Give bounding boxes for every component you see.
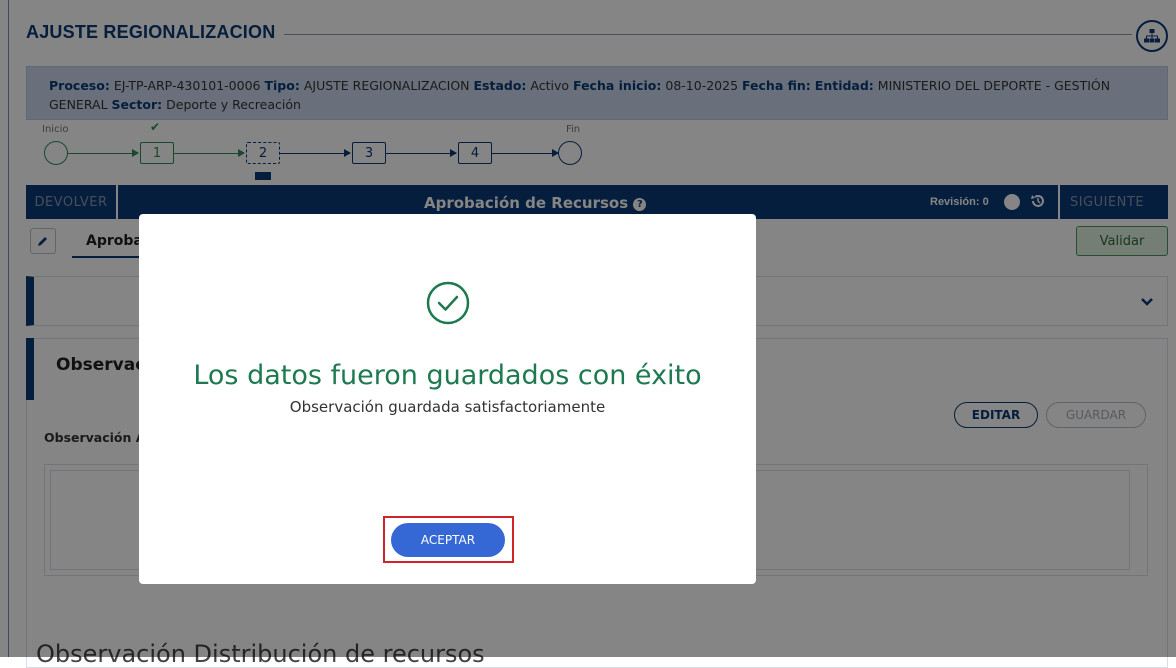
check-circle-icon bbox=[425, 280, 471, 331]
success-modal: Los datos fueron guardados con éxito Obs… bbox=[139, 214, 756, 584]
modal-title: Los datos fueron guardados con éxito bbox=[193, 360, 702, 391]
aceptar-button[interactable]: ACEPTAR bbox=[391, 523, 505, 557]
modal-message: Observación guardada satisfactoriamente bbox=[289, 398, 606, 416]
